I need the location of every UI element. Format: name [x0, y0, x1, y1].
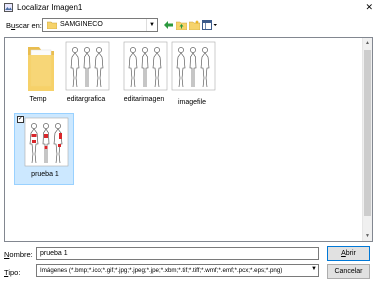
back-icon[interactable]	[163, 20, 174, 30]
up-folder-icon[interactable]	[176, 20, 187, 30]
chevron-down-icon[interactable]: ▼	[311, 266, 317, 272]
filetype-select[interactable]: Imágenes (*.bmp;*.ico;*.gif;*.jpg;*.jpeg…	[36, 264, 319, 277]
selection-checkbox[interactable]: ✓	[17, 116, 24, 123]
list-item-selected[interactable]: ✓ prueba 1	[14, 113, 74, 185]
image-thumbnail	[171, 41, 216, 91]
lookin-value: SAMGINECO	[60, 21, 103, 28]
app-icon	[4, 3, 13, 12]
scroll-down-icon[interactable]: ▼	[363, 231, 372, 241]
new-folder-icon[interactable]	[189, 20, 200, 30]
vertical-scrollbar[interactable]: ▲ ▼	[362, 38, 372, 241]
lookin-label: Buscar en:	[6, 21, 42, 30]
name-label: Nombre:	[4, 250, 33, 259]
close-icon[interactable]: ✕	[365, 3, 373, 12]
list-item[interactable]: imagefile	[162, 41, 222, 109]
file-name: prueba 1	[31, 171, 59, 178]
scroll-up-icon[interactable]: ▲	[363, 38, 372, 48]
file-list-view[interactable]: Temp editargrafica editarimagen imagefil…	[4, 37, 373, 242]
title-bar: Localizar Imagen1 ✕	[0, 0, 377, 16]
file-name: editargrafica	[66, 96, 106, 103]
image-thumbnail	[65, 41, 110, 91]
list-item[interactable]: editargrafica	[56, 41, 116, 109]
open-button[interactable]: Abrir	[327, 246, 370, 261]
lookin-combo[interactable]: SAMGINECO ▼	[42, 18, 158, 32]
scrollbar-thumb[interactable]	[364, 50, 371, 216]
chevron-down-icon[interactable]: ▼	[146, 19, 157, 31]
window-title: Localizar Imagen1	[17, 3, 83, 12]
image-thumbnail	[24, 117, 69, 167]
view-menu-icon[interactable]	[202, 20, 218, 30]
type-label: Tipo:	[4, 268, 21, 277]
file-name: imagefile	[177, 99, 206, 106]
filetype-value: Imágenes (*.bmp;*.ico;*.gif;*.jpg;*.jpeg…	[40, 267, 283, 274]
filename-input[interactable]	[36, 247, 319, 260]
cancel-button[interactable]: Cancelar	[327, 264, 370, 279]
folder-icon	[47, 21, 57, 29]
